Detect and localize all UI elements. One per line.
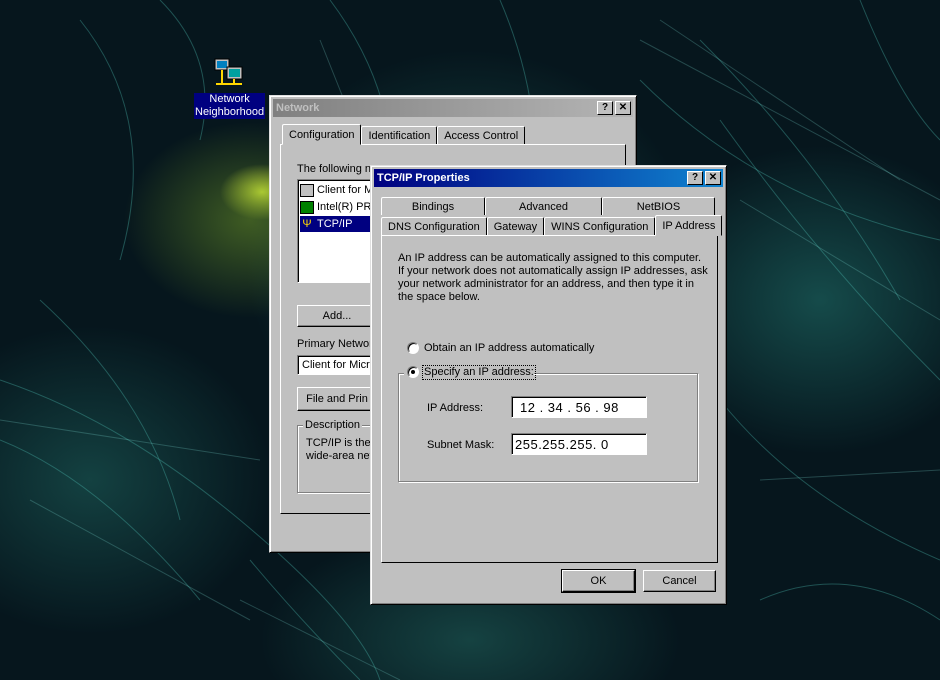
specify-ip-group	[398, 373, 698, 482]
help-button[interactable]: ?	[597, 101, 613, 115]
client-icon	[300, 183, 314, 197]
description-line-2: wide-area net	[306, 450, 373, 462]
tab-dns-configuration[interactable]: DNS Configuration	[381, 217, 487, 235]
primary-logon-label: Primary Networ	[297, 338, 373, 350]
info-line-2: If your network does not automatically a…	[398, 265, 708, 277]
description-line-1: TCP/IP is the	[306, 437, 371, 449]
tcpip-tabs-back-row: Bindings Advanced NetBIOS	[381, 197, 715, 215]
protocol-icon: Ψ	[302, 217, 312, 230]
network-tabs: Configuration Identification Access Cont…	[282, 124, 526, 145]
help-button[interactable]: ?	[687, 171, 703, 185]
description-title: Description	[303, 419, 363, 432]
primary-logon-select[interactable]: Client for Micro	[297, 355, 377, 375]
tab-netbios[interactable]: NetBIOS	[602, 197, 715, 215]
primary-logon-value: Client for Micro	[302, 359, 376, 371]
tab-gateway[interactable]: Gateway	[486, 217, 545, 235]
add-button[interactable]: Add...	[297, 305, 377, 327]
obtain-ip-automatically-label[interactable]: Obtain an IP address automatically	[424, 342, 594, 355]
tab-ip-address[interactable]: IP Address	[655, 215, 723, 236]
network-card-icon	[300, 200, 314, 214]
icon-label: Network Neighborhood	[194, 93, 266, 119]
window-title: Network	[276, 102, 320, 114]
list-item[interactable]: Intel(R) PR	[300, 199, 371, 215]
info-line-3: your network administrator for an addres…	[398, 278, 694, 290]
ip-address-field[interactable]: 12 . 34 . 56 . 98	[511, 396, 647, 418]
tcpip-tabs-front-row: DNS Configuration Gateway WINS Configura…	[381, 215, 723, 236]
tab-advanced[interactable]: Advanced	[485, 197, 602, 215]
tab-identification[interactable]: Identification	[361, 126, 438, 144]
network-title-bar[interactable]: Network ? ✕	[273, 99, 633, 117]
obtain-ip-automatically-radio[interactable]	[407, 342, 419, 354]
info-line-4: the space below.	[398, 291, 480, 303]
specify-ip-radio[interactable]	[407, 366, 419, 378]
subnet-mask-value: 255.255.255. 0	[515, 437, 609, 452]
subnet-mask-label: Subnet Mask:	[427, 439, 495, 451]
tab-access-control[interactable]: Access Control	[437, 126, 526, 144]
network-neighborhood-icon	[214, 58, 243, 85]
ip-address-value: 12 . 34 . 56 . 98	[520, 400, 619, 415]
info-line-1: An IP address can be automatically assig…	[398, 252, 702, 264]
list-item[interactable]: Ψ TCP/IP	[300, 216, 374, 232]
tcpip-properties-window: TCP/IP Properties ? ✕ Bindings Advanced …	[370, 165, 727, 605]
subnet-mask-field[interactable]: 255.255.255. 0	[511, 433, 647, 455]
ip-address-label: IP Address:	[427, 402, 484, 414]
specify-ip-label[interactable]: Specify an IP address:	[422, 365, 536, 380]
window-title: TCP/IP Properties	[377, 172, 470, 184]
close-button[interactable]: ✕	[705, 171, 721, 185]
tab-bindings[interactable]: Bindings	[381, 197, 485, 215]
tab-configuration[interactable]: Configuration	[282, 124, 362, 145]
tab-wins-configuration[interactable]: WINS Configuration	[544, 217, 656, 235]
close-button[interactable]: ✕	[615, 101, 631, 115]
cancel-button[interactable]: Cancel	[643, 570, 716, 592]
list-item[interactable]: Client for M	[300, 182, 373, 198]
components-intro-text: The following n	[297, 163, 371, 175]
ip-address-panel: An IP address can be automatically assig…	[381, 235, 718, 563]
components-list[interactable]: Client for M Intel(R) PR Ψ TCP/IP	[297, 179, 377, 283]
tcpip-title-bar[interactable]: TCP/IP Properties ? ✕	[374, 169, 723, 187]
network-neighborhood-shortcut[interactable]: Network Neighborhood	[194, 56, 266, 119]
ok-button[interactable]: OK	[561, 569, 636, 593]
file-print-sharing-button[interactable]: File and Prin	[297, 387, 377, 411]
